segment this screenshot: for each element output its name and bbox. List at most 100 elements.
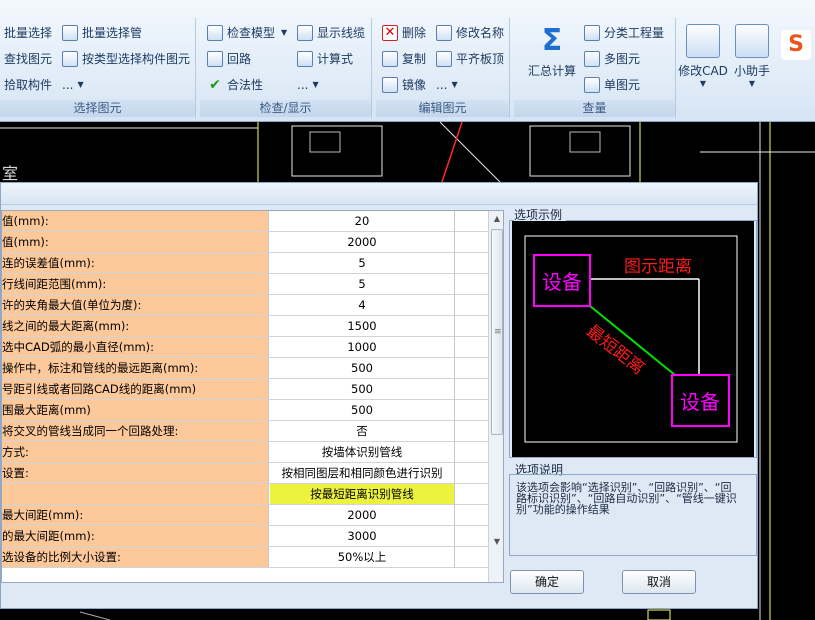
- dialog-title-bar: [1, 183, 757, 205]
- row-label: [2, 484, 269, 504]
- rename-icon: [436, 25, 452, 41]
- row-value[interactable]: 2000: [270, 505, 455, 525]
- row-value[interactable]: 1500: [270, 316, 455, 336]
- row-label: 操作中，标注和管线的最远距离(mm):: [2, 358, 269, 378]
- modify-cad-icon: [686, 24, 720, 58]
- select-more-button[interactable]: ... ▼: [62, 74, 84, 96]
- assistant-icon: [735, 24, 769, 58]
- table-row[interactable]: 号距引线或者回路CAD线的距离(mm) 500: [2, 379, 488, 400]
- circuit-label: 回路: [227, 52, 252, 66]
- row-label: 许的夹角最大值(单位为度):: [2, 295, 269, 315]
- multi-element-button[interactable]: 多图元: [584, 48, 640, 70]
- row-label: 选中CAD弧的最小直径(mm):: [2, 337, 269, 357]
- check-more-button[interactable]: ... ▼: [297, 74, 319, 96]
- device-label-top: 设备: [542, 270, 582, 294]
- scroll-down-arrow-icon[interactable]: ▼: [489, 534, 503, 550]
- table-row[interactable]: 行线间距范围(mm): 5: [2, 274, 488, 295]
- row-value[interactable]: 5: [270, 274, 455, 294]
- show-lines-button[interactable]: 显示线缆: [297, 22, 365, 44]
- row-label: 围最大距离(mm): [2, 400, 269, 420]
- row-value[interactable]: 50%以上: [270, 547, 455, 567]
- table-row[interactable]: 操作中，标注和管线的最远距离(mm): 500: [2, 358, 488, 379]
- legality-button[interactable]: ✔ 合法性: [207, 74, 263, 96]
- mirror-button[interactable]: 镜像: [382, 74, 426, 96]
- delete-x-icon: ✕: [382, 25, 398, 41]
- row-value[interactable]: 500: [270, 358, 455, 378]
- category-quantity-button[interactable]: 分类工程量: [584, 22, 664, 44]
- batch-select-pipe-label: 批量选择管: [82, 26, 143, 40]
- row-value[interactable]: 20: [270, 211, 455, 231]
- table-row[interactable]: 连的误差值(mm): 5: [2, 253, 488, 274]
- modify-cad-label: 修改CAD: [678, 64, 728, 78]
- copy-button[interactable]: 复制: [382, 48, 426, 70]
- edit-more-button[interactable]: ... ▼: [436, 74, 458, 96]
- table-row[interactable]: 最大间距(mm): 2000: [2, 505, 488, 526]
- input-method-logo-icon: S: [781, 30, 811, 60]
- row-label: 号距引线或者回路CAD线的距离(mm): [2, 379, 269, 399]
- settings-grid: 值(mm): 20 值(mm): 2000 连的误差值(mm): 5 行线间距范围(m…: [1, 210, 504, 583]
- flat-board-top-button[interactable]: 平齐板顶: [436, 48, 504, 70]
- scrollbar-thumb[interactable]: ≡: [491, 229, 503, 435]
- ribbon-group-label: 编辑图元: [376, 100, 509, 117]
- row-value[interactable]: 按相同图层和相同颜色进行识别: [270, 463, 455, 483]
- row-label: 方式:: [2, 442, 269, 462]
- table-row[interactable]: 方式: 按墙体识别管线: [2, 442, 488, 463]
- edit-more-label: ...: [436, 78, 448, 92]
- row-label: 连的误差值(mm):: [2, 253, 269, 273]
- table-row[interactable]: 选中CAD弧的最小直径(mm): 1000: [2, 337, 488, 358]
- cancel-button[interactable]: 取消: [622, 570, 696, 594]
- single-element-button[interactable]: 单图元: [584, 74, 640, 96]
- select-by-type-label: 按类型选择构件图元: [82, 52, 191, 66]
- find-element-button[interactable]: 查找图元: [4, 48, 52, 70]
- table-row-selected[interactable]: 按最短距离识别管线: [2, 484, 488, 505]
- identification-settings-dialog: 值(mm): 20 值(mm): 2000 连的误差值(mm): 5 行线间距范围(m…: [0, 182, 758, 609]
- circuit-button[interactable]: 回路: [207, 48, 251, 70]
- row-value-selected[interactable]: 按最短距离识别管线: [270, 484, 455, 504]
- delete-button[interactable]: ✕ 删除: [382, 22, 426, 44]
- show-lines-label: 显示线缆: [317, 26, 366, 40]
- table-row[interactable]: 选设备的比例大小设置: 50%以上: [2, 547, 488, 568]
- check-model-button[interactable]: 检查模型 ▼: [207, 22, 287, 44]
- table-row[interactable]: 值(mm): 2000: [2, 232, 488, 253]
- batch-select-button[interactable]: 批量选择: [4, 22, 52, 44]
- single-element-label: 单图元: [604, 78, 641, 92]
- rename-button[interactable]: 修改名称: [436, 22, 504, 44]
- row-value[interactable]: 500: [270, 379, 455, 399]
- copy-icon: [382, 51, 398, 67]
- dropdown-arrow-icon: ▼: [748, 79, 756, 88]
- scroll-up-arrow-icon[interactable]: ▲: [489, 211, 503, 227]
- modify-cad-button[interactable]: 修改CAD ▼: [676, 24, 730, 88]
- table-row[interactable]: 将交叉的管线当成同一个回路处理: 否: [2, 421, 488, 442]
- row-value[interactable]: 否: [270, 421, 455, 441]
- category-quantity-label: 分类工程量: [604, 26, 665, 40]
- dropdown-arrow-icon: ▼: [699, 79, 707, 88]
- table-row[interactable]: 值(mm): 20: [2, 211, 488, 232]
- batch-select-pipe-button[interactable]: 批量选择管: [62, 22, 142, 44]
- table-row[interactable]: 设置: 按相同图层和相同颜色进行识别: [2, 463, 488, 484]
- row-value[interactable]: 3000: [270, 526, 455, 546]
- table-row[interactable]: 许的夹角最大值(单位为度): 4: [2, 295, 488, 316]
- ok-button[interactable]: 确定: [510, 570, 584, 594]
- ribbon-group-edit: ✕ 删除 修改名称 复制 平齐板顶 镜像 ... ▼ 编辑图元: [376, 18, 510, 118]
- row-value[interactable]: 按墙体识别管线: [270, 442, 455, 462]
- summary-calc-button[interactable]: Σ 汇总计算: [522, 24, 582, 79]
- formula-button[interactable]: 计算式: [297, 48, 353, 70]
- find-element-label: 查找图元: [4, 52, 53, 66]
- row-value[interactable]: 1000: [270, 337, 455, 357]
- row-value[interactable]: 2000: [270, 232, 455, 252]
- vertical-scrollbar[interactable]: ▲ ≡ ▼: [488, 211, 503, 582]
- row-value[interactable]: 500: [270, 400, 455, 420]
- table-row[interactable]: 围最大距离(mm) 500: [2, 400, 488, 421]
- pick-component-button[interactable]: 拾取构件: [4, 74, 52, 96]
- row-label: 将交叉的管线当成同一个回路处理:: [2, 421, 269, 441]
- show-lines-icon: [297, 25, 313, 41]
- check-model-icon: [207, 25, 223, 41]
- row-value[interactable]: 4: [270, 295, 455, 315]
- row-value[interactable]: 5: [270, 253, 455, 273]
- select-by-type-button[interactable]: 按类型选择构件图元: [62, 48, 190, 70]
- row-label: 的最大间距(mm):: [2, 526, 269, 546]
- table-row[interactable]: 线之间的最大距离(mm): 1500: [2, 316, 488, 337]
- table-row[interactable]: 的最大间距(mm): 3000: [2, 526, 488, 547]
- assistant-button[interactable]: 小助手 ▼: [731, 24, 773, 88]
- multi-element-icon: [584, 51, 600, 67]
